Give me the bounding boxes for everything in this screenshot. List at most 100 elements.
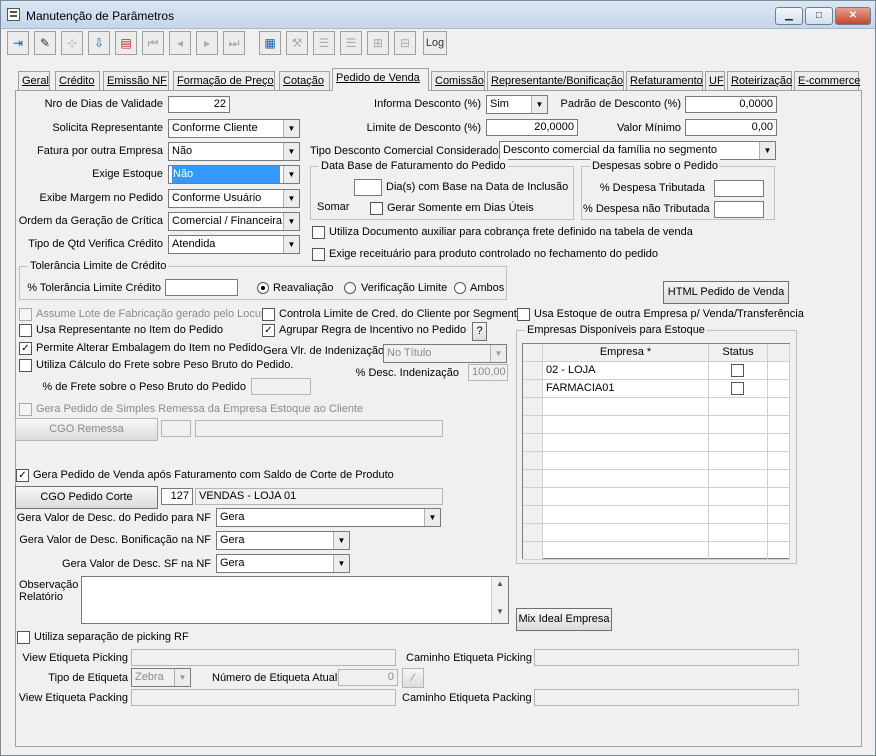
chevron-down-icon[interactable]: ▼ — [490, 345, 506, 362]
utiliza-calc-checkbox[interactable] — [19, 359, 32, 372]
radio-ambos[interactable] — [454, 282, 466, 294]
view-packing-input[interactable] — [131, 689, 396, 706]
list-icon[interactable]: ☰ — [313, 31, 335, 55]
radio-reavaliacao[interactable] — [257, 282, 269, 294]
gerar-uteis-checkbox[interactable] — [370, 202, 383, 215]
padrao-desc-input[interactable]: 0,0000 — [685, 96, 777, 113]
table-row[interactable]: FARMACIA01 — [543, 380, 709, 398]
print-icon[interactable]: ▤ — [115, 31, 137, 55]
agrupar-checkbox[interactable]: ✓ — [262, 324, 275, 337]
tab-emissao-nf[interactable]: Emissão NF — [103, 71, 169, 90]
tab-representante[interactable]: Representante/Bonificação — [487, 71, 624, 90]
obs-textarea[interactable] — [81, 576, 509, 624]
cgo-corte-button[interactable]: CGO Pedido Corte — [15, 486, 158, 509]
chevron-down-icon[interactable]: ▼ — [333, 532, 349, 549]
col-empresa-header[interactable]: Empresa * — [543, 344, 709, 362]
status-checkbox[interactable] — [731, 382, 744, 395]
tipo-etiq-select[interactable]: Zebra ▼ — [131, 668, 191, 687]
col-status-header[interactable]: Status — [709, 344, 768, 362]
exige-receit-checkbox[interactable] — [312, 248, 325, 261]
grid-icon[interactable]: ▦ — [259, 31, 281, 55]
exige-select[interactable]: Não ▼ — [168, 165, 300, 184]
exit-icon[interactable]: ⇥ — [7, 31, 29, 55]
tab-pedido-venda[interactable]: Pedido de Venda — [332, 68, 429, 91]
nro-dias-input[interactable]: 22 — [168, 96, 230, 113]
chevron-down-icon[interactable]: ▼ — [759, 142, 775, 159]
tab-uf[interactable]: UF — [705, 71, 725, 90]
table-row[interactable]: 02 - LOJA — [543, 362, 709, 380]
gera-simples-checkbox[interactable] — [19, 403, 32, 416]
next-icon[interactable]: ▸ — [196, 31, 218, 55]
chevron-down-icon[interactable]: ▼ — [424, 509, 440, 526]
view-picking-input[interactable] — [131, 649, 396, 666]
gera-pedido-checkbox[interactable]: ✓ — [16, 469, 29, 482]
chevron-down-icon[interactable]: ▼ — [333, 555, 349, 572]
tab-refaturamento[interactable]: Refaturamento — [626, 71, 703, 90]
help-button[interactable]: ? — [472, 322, 487, 341]
tab-formacao-preco[interactable]: Formação de Preço — [173, 71, 275, 90]
tab-geral[interactable]: Geral — [18, 71, 50, 90]
edit-icon[interactable]: ✎ — [34, 31, 56, 55]
assume-lote-checkbox[interactable] — [19, 308, 32, 321]
usa-estoque-checkbox[interactable] — [517, 308, 530, 321]
tolerancia-input[interactable] — [165, 279, 238, 296]
tab-comissao[interactable]: Comissão — [431, 71, 485, 90]
fatura-select[interactable]: Não ▼ — [168, 142, 300, 161]
dias-input[interactable] — [354, 179, 382, 196]
tipo-desc-select[interactable]: Desconto comercial da família no segment… — [499, 141, 776, 160]
chevron-down-icon[interactable]: ▼ — [283, 213, 299, 230]
permite-alt-checkbox[interactable]: ✓ — [19, 342, 32, 355]
chevron-down-icon[interactable]: ▼ — [283, 166, 299, 183]
limite-desc-input[interactable]: 20,0000 — [486, 119, 578, 136]
ordem-select[interactable]: Comercial / Financeira ▼ — [168, 212, 300, 231]
num-etiq-input[interactable]: 0 — [338, 669, 398, 686]
obs-scrollbar[interactable]: ▲ ▼ — [491, 577, 508, 623]
cgo-remessa-button[interactable]: CGO Remessa — [15, 418, 158, 441]
valor-min-input[interactable]: 0,00 — [685, 119, 777, 136]
tab-credito[interactable]: Crédito — [55, 71, 100, 90]
cgo-corte-code[interactable]: 127 — [161, 488, 193, 505]
tools-icon[interactable]: ⚒ — [286, 31, 308, 55]
margem-select[interactable]: Conforme Usuário ▼ — [168, 189, 300, 208]
html-pedido-button[interactable]: HTML Pedido de Venda — [663, 281, 789, 304]
reset-etiq-button[interactable]: ⁄ — [402, 668, 424, 688]
cgo-remessa-code[interactable] — [161, 420, 191, 437]
utiliza-doc-checkbox[interactable] — [312, 226, 325, 239]
desc-indeniz-input[interactable]: 100,00 — [468, 364, 508, 381]
chevron-down-icon[interactable]: ▼ — [283, 143, 299, 160]
usa-repr-checkbox[interactable] — [19, 324, 32, 337]
link-icon[interactable]: ⊟ — [394, 31, 416, 55]
gera-desc-bonif-select[interactable]: Gera ▼ — [216, 531, 350, 550]
controla-limite-checkbox[interactable] — [262, 308, 275, 321]
caminho-packing-input[interactable] — [534, 689, 799, 706]
status-checkbox[interactable] — [731, 364, 744, 377]
log-button[interactable]: Log — [423, 31, 447, 55]
caminho-picking-input[interactable] — [534, 649, 799, 666]
tab-roteirizacao[interactable]: Roteirização — [727, 71, 792, 90]
chevron-down-icon[interactable]: ▼ — [283, 190, 299, 207]
radio-verificacao[interactable] — [344, 282, 356, 294]
tab-cotacao[interactable]: Cotação — [279, 71, 330, 90]
last-icon[interactable]: ⏭ — [223, 31, 245, 55]
chevron-down-icon[interactable]: ▼ — [531, 96, 547, 113]
chevron-down-icon[interactable]: ▼ — [283, 236, 299, 253]
desp-trib-input[interactable] — [714, 180, 764, 197]
gera-desc-sf-select[interactable]: Gera ▼ — [216, 554, 350, 573]
informa-desc-select[interactable]: Sim ▼ — [486, 95, 548, 114]
minimize-button[interactable]: ▁ — [775, 7, 803, 25]
download-icon[interactable]: ⇩ — [88, 31, 110, 55]
tree-icon[interactable]: ⊹ — [61, 31, 83, 55]
chevron-down-icon[interactable]: ▼ — [283, 120, 299, 137]
structure-icon[interactable]: ⊞ — [367, 31, 389, 55]
prev-icon[interactable]: ◂ — [169, 31, 191, 55]
solicita-select[interactable]: Conforme Cliente ▼ — [168, 119, 300, 138]
first-icon[interactable]: ⏮ — [142, 31, 164, 55]
tipo-qtd-select[interactable]: Atendida ▼ — [168, 235, 300, 254]
tab-ecommerce[interactable]: E-commerce — [794, 71, 860, 90]
maximize-button[interactable]: □ — [805, 7, 833, 25]
close-button[interactable]: ✕ — [835, 7, 871, 25]
utiliza-picking-checkbox[interactable] — [17, 631, 30, 644]
frete-input[interactable] — [251, 378, 311, 395]
gera-desc-pedido-select[interactable]: Gera ▼ — [216, 508, 441, 527]
desp-ntrib-input[interactable] — [714, 201, 764, 218]
